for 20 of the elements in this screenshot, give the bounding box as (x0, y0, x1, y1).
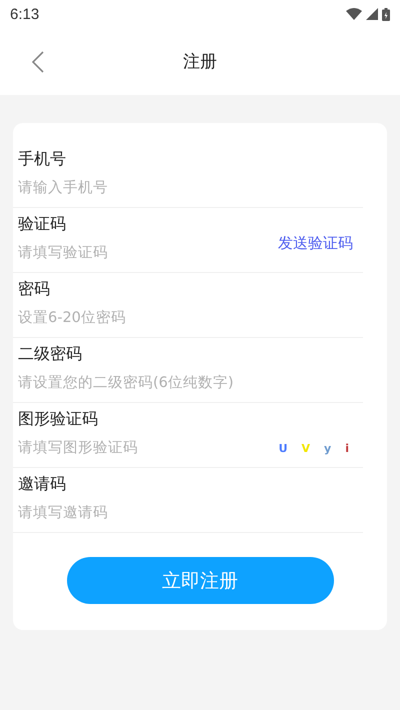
input-field[interactable]: 请输入手机号 (18, 175, 363, 201)
field-label: 密码 (18, 278, 50, 300)
input-field[interactable]: 请设置您的二级密码(6位纯数字) (18, 370, 363, 396)
status-time: 6:13 (10, 6, 40, 22)
input-field[interactable]: 请填写图形验证码 (18, 435, 279, 461)
input-field[interactable]: 设置6-20位密码 (18, 305, 363, 331)
field-label: 手机号 (18, 148, 66, 170)
register-button[interactable]: 立即注册 (66, 557, 334, 604)
field-label: 二级密码 (18, 343, 82, 365)
send-code-link[interactable]: 发送验证码 (278, 234, 353, 252)
battery-icon (382, 8, 390, 20)
wifi-icon (346, 8, 362, 20)
field-label: 验证码 (18, 213, 66, 235)
input-field[interactable]: 请填写验证码 (18, 240, 278, 266)
input-field[interactable]: 请填写邀请码 (18, 500, 363, 526)
page-title: 注册 (183, 51, 217, 73)
captcha-image[interactable]: U V y i (278, 442, 349, 454)
field-label: 邀请码 (18, 473, 66, 495)
field-label: 图形验证码 (18, 408, 98, 430)
signal-icon (366, 8, 378, 20)
